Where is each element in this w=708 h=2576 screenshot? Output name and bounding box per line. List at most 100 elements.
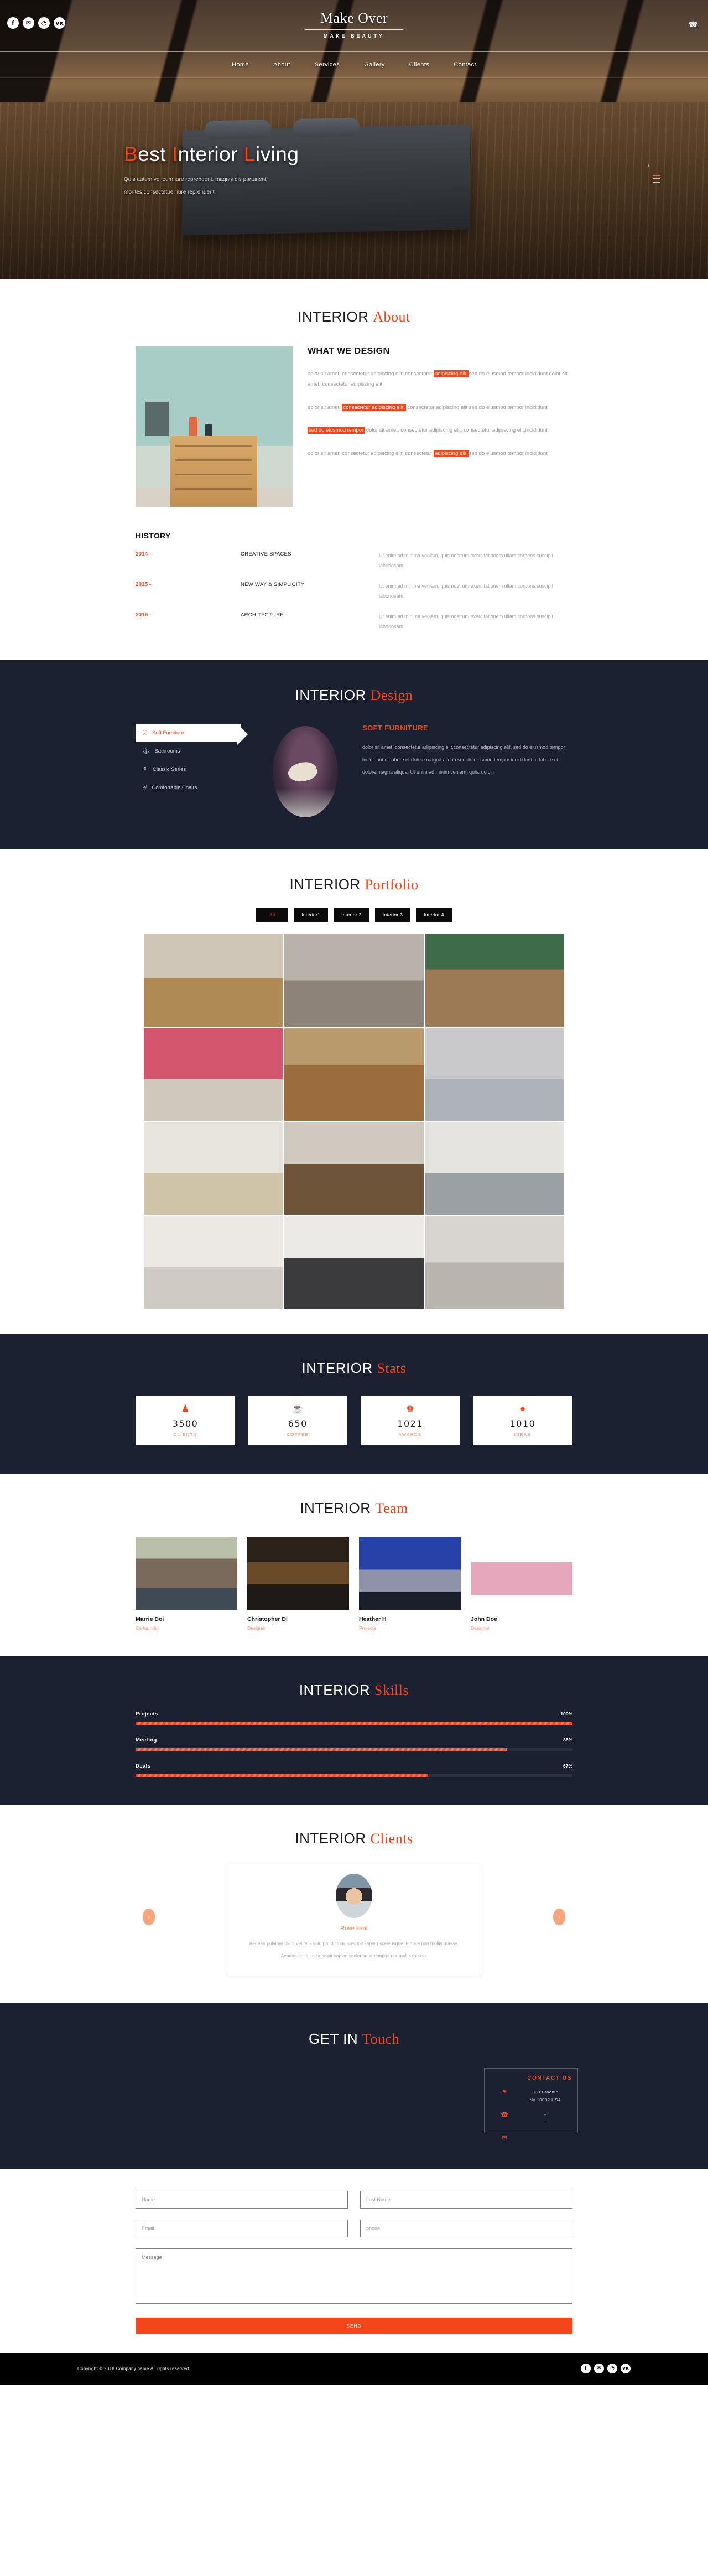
facebook-icon[interactable]: f bbox=[581, 2364, 591, 2374]
stats-title-main: INTERIOR bbox=[301, 1360, 373, 1377]
nav-item-gallery[interactable]: Gallery bbox=[364, 61, 385, 68]
skill-header: Projects 100% bbox=[136, 1711, 572, 1717]
skill-bar-track bbox=[136, 1722, 572, 1725]
skill-bar-track bbox=[136, 1774, 572, 1777]
users-icon: ♟ bbox=[181, 1403, 190, 1414]
team-member: Heather H Projects bbox=[359, 1537, 461, 1631]
design-title-accent: Design bbox=[370, 687, 413, 704]
member-role: Projects bbox=[359, 1625, 376, 1631]
portfolio-item-tropical-wall-lounge[interactable] bbox=[425, 934, 564, 1027]
skill-bar-fill bbox=[136, 1748, 507, 1751]
vk-icon[interactable]: ᴠᴋ bbox=[621, 2364, 631, 2374]
phone-input[interactable] bbox=[360, 2219, 572, 2237]
nav-item-about[interactable]: About bbox=[273, 61, 290, 68]
about-paragraph: sed do eiusmod tempor dolor sit amet, co… bbox=[308, 425, 572, 436]
stat-value: 1010 bbox=[509, 1418, 536, 1429]
twitter-icon[interactable]: ✉ bbox=[594, 2364, 604, 2374]
about-paragraph: dolor sit amet, consectetur adipiscing e… bbox=[308, 448, 572, 459]
portfolio-item-olive-curtain-dining[interactable] bbox=[144, 1122, 283, 1215]
testimonial-card: Rose kent Aenean pulvinar diam vel felis… bbox=[227, 1864, 481, 1976]
skill-item: Deals 67% bbox=[136, 1763, 572, 1777]
hero-slider-dots[interactable] bbox=[653, 175, 660, 185]
design-detail-panel: SOFT FURNITURE dolor sit amet, consectet… bbox=[359, 724, 572, 779]
team-member: Marrie Doi Co-founder bbox=[136, 1537, 237, 1631]
hero-next-arrow[interactable]: › bbox=[648, 160, 650, 169]
design-menu-item-comfortable-chairs[interactable]: ⛨ Comfortable Chairs bbox=[136, 779, 241, 797]
portfolio-item-white-pendant-kitchen[interactable] bbox=[144, 1216, 283, 1309]
history-year: 2014 - bbox=[136, 551, 152, 557]
stat-label: IDEAS bbox=[514, 1432, 532, 1438]
portfolio-title-main: INTERIOR bbox=[289, 876, 361, 893]
message-textarea[interactable] bbox=[136, 2248, 572, 2304]
nav-item-home[interactable]: Home bbox=[232, 61, 249, 68]
portfolio-filter-interior-2[interactable]: Interior 2 bbox=[334, 908, 369, 922]
design-menu-item-soft-furniture[interactable]: ⤨ Soft Furniture bbox=[136, 724, 248, 745]
highlighted-text: adipiscing elit, bbox=[434, 370, 469, 377]
phone-icon[interactable]: ☎ bbox=[689, 20, 698, 29]
portfolio-item-twin-beds-bedroom[interactable] bbox=[284, 1028, 424, 1121]
design-category-menu: ⤨ Soft Furniture ⚓ Bathrooms ⚘ Classic Series… bbox=[136, 724, 248, 797]
portfolio-item-black-pendant-kitchen[interactable] bbox=[284, 1216, 424, 1309]
contact-value-line: 333 Broome bbox=[532, 2089, 559, 2095]
contact-value: + + bbox=[519, 2111, 572, 2127]
design-menu-label: Classic Series bbox=[152, 766, 186, 773]
portfolio-item-modern-grey-kitchen[interactable] bbox=[425, 1216, 564, 1309]
history-row: 2016 - ARCHITECTURE Ut enim ad minima veni… bbox=[136, 612, 572, 631]
portfolio-filter-interior-3[interactable]: Interior 3 bbox=[374, 908, 411, 922]
contact-section: GET IN Touch CONTACT US ⚑ 333 Broome Ny 10… bbox=[0, 2002, 708, 2169]
member-role: Designer bbox=[247, 1625, 267, 1631]
history-row: 2014 - CREATIVE SPACES Ut enim ad minima v… bbox=[136, 551, 572, 571]
testimonial-quote: Aenean pulvinar diam vel felis volutpat … bbox=[249, 1941, 459, 1958]
hero-pillow-left bbox=[205, 120, 271, 140]
portfolio-filter-interior-4[interactable]: Interior 4 bbox=[416, 908, 452, 922]
contact-info-rows: ⚑ 333 Broome Ny 10002 USA ☎ + + ✉ bbox=[490, 2088, 572, 2142]
body-text: sed do eiusmod tempor incididunt bbox=[468, 450, 548, 457]
skill-item: Projects 100% bbox=[136, 1711, 572, 1725]
body-text: dolor sit amet, consectetur adipiscing e… bbox=[308, 450, 434, 457]
team-title-accent: Team bbox=[375, 1500, 408, 1517]
hero-title-part: I bbox=[171, 143, 178, 165]
contact-card-title: CONTACT US bbox=[527, 2075, 572, 2081]
portfolio-filter-all[interactable]: All bbox=[256, 908, 289, 922]
nav-item-contact[interactable]: Contact bbox=[454, 61, 476, 68]
shield-icon: ⛨ bbox=[143, 785, 147, 791]
brand-divider bbox=[305, 29, 403, 30]
portfolio-item-open-plan-kitchen[interactable] bbox=[425, 1122, 564, 1215]
design-menu-item-bathrooms[interactable]: ⚓ Bathrooms bbox=[136, 742, 241, 760]
stats-title-accent: Stats bbox=[377, 1360, 407, 1377]
contact-section-title: GET IN Touch bbox=[136, 2030, 572, 2048]
nav-item-services[interactable]: Services bbox=[315, 61, 340, 68]
rss-icon[interactable]: ◔ bbox=[607, 2364, 617, 2374]
portfolio-section-title: INTERIOR Portfolio bbox=[0, 876, 708, 893]
email-input[interactable] bbox=[136, 2219, 348, 2237]
testimonial-avatar bbox=[336, 1874, 372, 1919]
lamp-icon: ⚘ bbox=[143, 766, 148, 773]
nav-item-clients[interactable]: Clients bbox=[409, 61, 429, 68]
portfolio-item-chandelier-master-bedroom[interactable] bbox=[284, 1122, 424, 1215]
first-name-input[interactable] bbox=[136, 2190, 348, 2209]
portfolio-filter-interior1[interactable]: Interior1 bbox=[294, 908, 329, 922]
mail-icon: ✉ bbox=[502, 2134, 507, 2142]
skills-title-accent: Skills bbox=[374, 1682, 409, 1699]
about-section: INTERIOR About WHAT WE DESIGN dolor sit … bbox=[0, 279, 708, 661]
portfolio-item-yellow-chairs-window[interactable] bbox=[144, 934, 283, 1027]
location-pin-icon: ⚑ bbox=[502, 2088, 507, 2096]
hero-banner: f ✉ ◔ ᴠᴋ Make Over MAKE BEAUTY ☎ Home About S… bbox=[0, 0, 708, 279]
contact-info-card: CONTACT US ⚑ 333 Broome Ny 10002 USA ☎ + + ✉ bbox=[484, 2067, 578, 2142]
portfolio-item-grey-attic-bedroom[interactable] bbox=[425, 1028, 564, 1121]
body-text: consectetur adipiscing elit,sed do eiusm… bbox=[405, 404, 548, 411]
skill-bar-fill bbox=[136, 1722, 572, 1725]
last-name-input[interactable] bbox=[360, 2190, 572, 2209]
highlighted-text: adipiscing elit, bbox=[434, 449, 469, 457]
send-button[interactable]: SEND bbox=[136, 2317, 572, 2334]
copyright-text: Copyright © 2018.Company name All rights… bbox=[77, 2366, 191, 2371]
hero-title-part: nterior bbox=[178, 143, 244, 165]
stats-section: INTERIOR Stats ♟ 3500 CLIENTS ☕ 650 COFFEE ♚ 10… bbox=[0, 1334, 708, 1475]
design-menu-item-classic-series[interactable]: ⚘ Classic Series bbox=[136, 760, 241, 779]
portfolio-item-pink-banquette-dining[interactable] bbox=[144, 1028, 283, 1121]
portfolio-item-white-sofa-living[interactable] bbox=[284, 934, 424, 1027]
member-photo bbox=[471, 1537, 572, 1610]
stat-label: COFFEE bbox=[287, 1432, 309, 1438]
member-role: Designer bbox=[471, 1625, 490, 1631]
about-image-dresser bbox=[170, 436, 257, 507]
